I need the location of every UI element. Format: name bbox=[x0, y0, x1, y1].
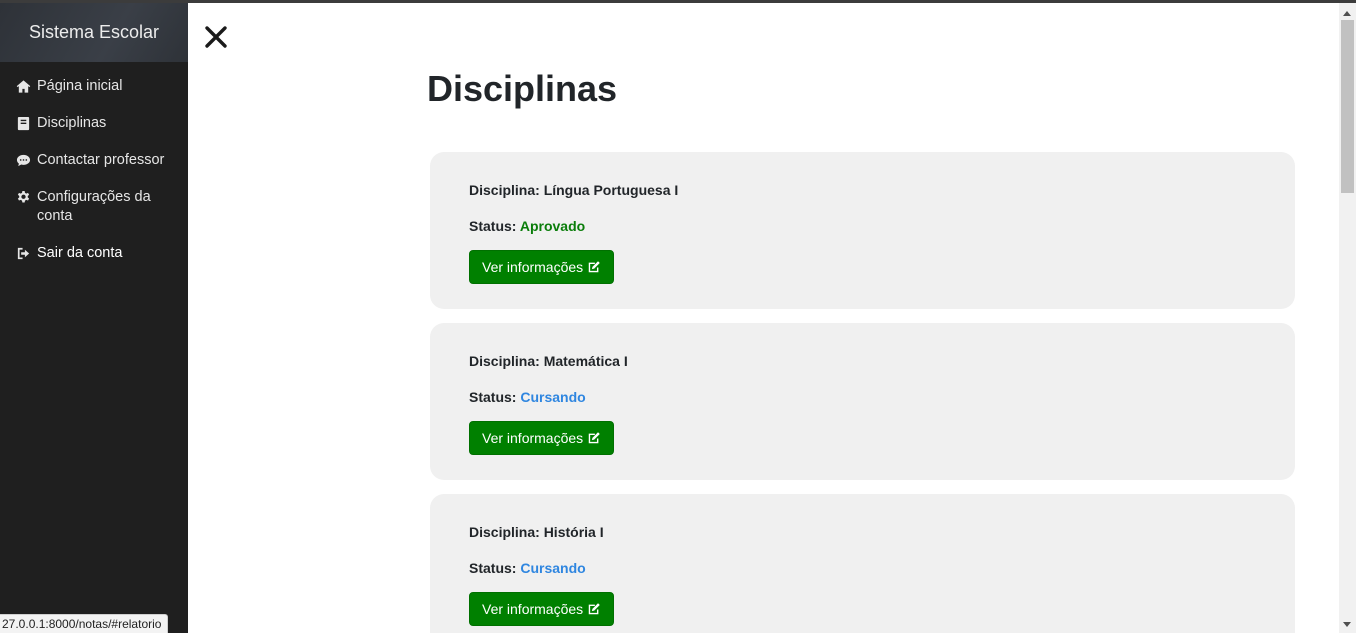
status-label: Status: bbox=[469, 389, 521, 405]
discipline-name: História I bbox=[543, 524, 604, 540]
discipline-label: Disciplina: bbox=[469, 524, 544, 540]
discipline-card: Disciplina: Matemática I Status: Cursand… bbox=[430, 323, 1295, 480]
sidebar-nav: Página inicial Disciplinas Contactar pro… bbox=[0, 62, 188, 272]
button-label: Ver informações bbox=[482, 601, 584, 617]
sidebar-item-contactar-professor[interactable]: Contactar professor bbox=[0, 142, 188, 179]
window-top-border bbox=[0, 0, 1356, 3]
sidebar-item-label: Contactar professor bbox=[37, 152, 165, 168]
discipline-name-line: Disciplina: História I bbox=[469, 524, 1256, 540]
sidebar-item-configuracoes[interactable]: Configurações da conta bbox=[0, 179, 188, 235]
book-icon bbox=[16, 114, 33, 133]
discipline-status-line: Status: Aprovado bbox=[469, 218, 1256, 234]
status-value: Aprovado bbox=[519, 218, 586, 234]
edit-icon bbox=[588, 261, 600, 273]
discipline-label: Disciplina: bbox=[469, 353, 544, 369]
discipline-card: Disciplina: Língua Portuguesa I Status: … bbox=[430, 152, 1295, 309]
scroll-up-arrow-icon[interactable] bbox=[1343, 11, 1351, 16]
ver-informacoes-button[interactable]: Ver informações bbox=[469, 250, 615, 284]
button-label: Ver informações bbox=[482, 259, 584, 275]
ver-informacoes-button[interactable]: Ver informações bbox=[469, 421, 615, 455]
sidebar-item-sair-da-conta[interactable]: Sair da conta bbox=[0, 235, 188, 272]
discipline-name: Matemática I bbox=[543, 353, 628, 369]
status-bar-url: 27.0.0.1:8000/notas/#relatorio bbox=[0, 614, 169, 633]
scrollbar-thumb[interactable] bbox=[1341, 20, 1354, 193]
sidebar-item-label: Sair da conta bbox=[37, 245, 123, 261]
ver-informacoes-button[interactable]: Ver informações bbox=[469, 592, 615, 626]
home-icon bbox=[16, 77, 33, 96]
sidebar: Sistema Escolar Página inicial Disciplin… bbox=[0, 3, 188, 633]
app-title: Sistema Escolar bbox=[0, 3, 188, 62]
chat-icon bbox=[16, 151, 33, 170]
sidebar-item-label: Página inicial bbox=[37, 78, 123, 94]
edit-icon bbox=[588, 603, 600, 615]
status-value: Cursando bbox=[520, 560, 586, 576]
status-label: Status: bbox=[469, 560, 521, 576]
discipline-name-line: Disciplina: Matemática I bbox=[469, 353, 1256, 369]
sidebar-item-pagina-inicial[interactable]: Página inicial bbox=[0, 68, 188, 105]
close-icon bbox=[205, 26, 227, 48]
vertical-scrollbar[interactable] bbox=[1339, 3, 1356, 633]
discipline-name-line: Disciplina: Língua Portuguesa I bbox=[469, 182, 1256, 198]
sign-out-icon bbox=[16, 244, 33, 263]
sidebar-item-disciplinas[interactable]: Disciplinas bbox=[0, 105, 188, 142]
sidebar-item-label: Configurações da conta bbox=[37, 189, 151, 224]
status-label: Status: bbox=[469, 218, 520, 234]
close-sidebar-button[interactable] bbox=[203, 24, 229, 50]
discipline-card: Disciplina: História I Status: Cursando … bbox=[430, 494, 1295, 633]
button-label: Ver informações bbox=[482, 430, 584, 446]
discipline-name: Língua Portuguesa I bbox=[543, 182, 679, 198]
discipline-status-line: Status: Cursando bbox=[469, 560, 1256, 576]
status-value: Cursando bbox=[520, 389, 586, 405]
discipline-label: Disciplina: bbox=[469, 182, 544, 198]
edit-icon bbox=[588, 432, 600, 444]
scroll-down-arrow-icon[interactable] bbox=[1343, 622, 1351, 627]
gear-icon bbox=[16, 188, 33, 207]
sidebar-item-label: Disciplinas bbox=[37, 115, 107, 131]
page-title: Disciplinas bbox=[427, 68, 618, 109]
discipline-status-line: Status: Cursando bbox=[469, 389, 1256, 405]
